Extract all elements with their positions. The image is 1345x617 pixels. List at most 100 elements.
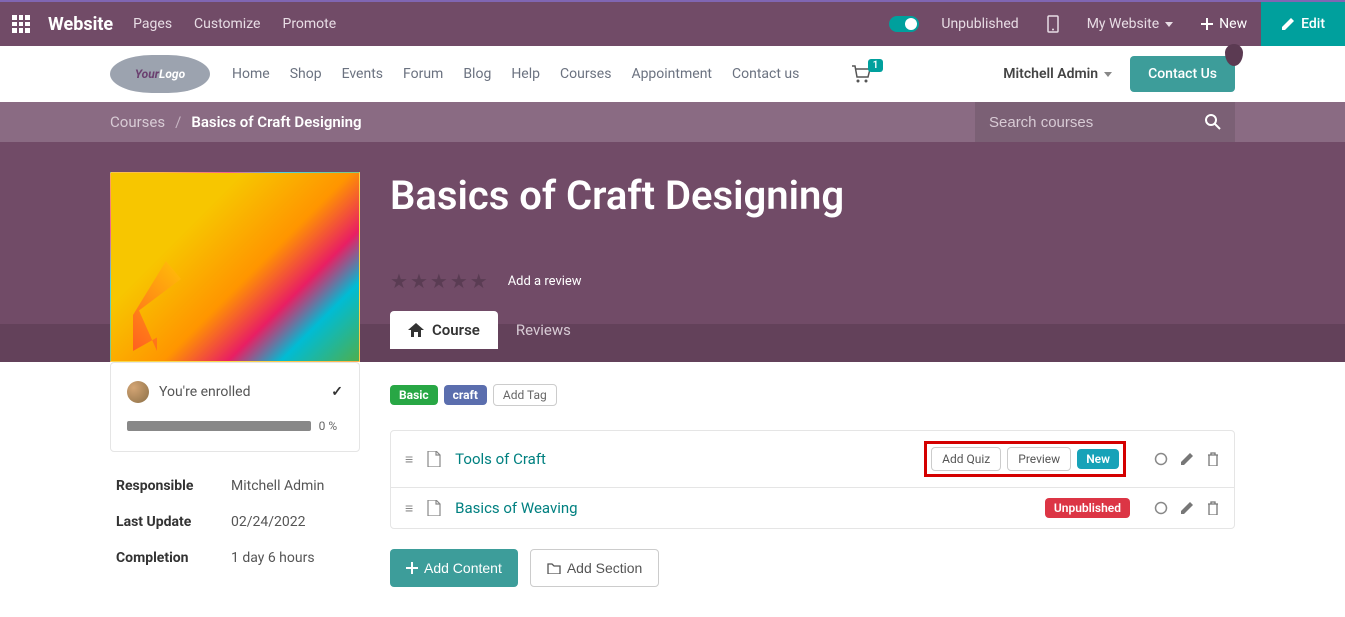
cart-button[interactable]: 1 <box>851 65 871 83</box>
search-input[interactable] <box>989 114 1205 131</box>
delete-trash-icon[interactable] <box>1206 501 1220 515</box>
star-icon: ★ <box>470 269 488 293</box>
nav-shop[interactable]: Shop <box>290 66 322 82</box>
item-icons <box>1154 501 1220 515</box>
edit-pencil-icon[interactable] <box>1180 452 1194 466</box>
delete-trash-icon[interactable] <box>1206 452 1220 466</box>
apps-icon[interactable] <box>12 15 30 33</box>
my-website-dropdown[interactable]: My Website <box>1073 2 1187 46</box>
main: You're enrolled ✓ 0 % Responsible Mitche… <box>0 362 1345 617</box>
pdf-icon <box>427 500 441 516</box>
content-item-title[interactable]: Basics of Weaving <box>455 499 1031 517</box>
status-circle-icon[interactable] <box>1154 501 1168 515</box>
bottom-actions: Add Content Add Section <box>390 549 1235 587</box>
add-content-button[interactable]: Add Content <box>390 549 518 587</box>
publish-toggle[interactable] <box>889 16 919 32</box>
new-label: New <box>1219 16 1247 32</box>
star-icon: ★ <box>410 269 428 293</box>
admin-bar: Website Pages Customize Promote Unpublis… <box>0 0 1345 46</box>
content-item: ≡ Basics of Weaving Unpublished <box>391 488 1234 528</box>
publish-status[interactable]: Unpublished <box>927 2 1032 46</box>
admin-link-pages[interactable]: Pages <box>131 16 174 32</box>
contact-label: Contact Us <box>1148 66 1217 82</box>
detail-responsible: Responsible Mitchell Admin <box>110 468 360 504</box>
course-details: Responsible Mitchell Admin Last Update 0… <box>110 468 360 576</box>
search-icon[interactable] <box>1205 114 1221 130</box>
site-header-right: Mitchell Admin Contact Us <box>1003 56 1235 92</box>
user-dropdown[interactable]: Mitchell Admin <box>1003 66 1112 82</box>
add-tag-button[interactable]: Add Tag <box>493 384 557 406</box>
add-section-button[interactable]: Add Section <box>530 549 660 587</box>
course-title: Basics of Craft Designing <box>390 172 1235 219</box>
search-box <box>975 102 1235 142</box>
nav-home[interactable]: Home <box>232 66 270 82</box>
enrollment-row: You're enrolled ✓ <box>127 381 343 403</box>
item-actions: Unpublished <box>1045 498 1130 518</box>
content-item: ≡ Tools of Craft Add Quiz Preview New <box>391 431 1234 488</box>
tag-basic[interactable]: Basic <box>390 385 438 405</box>
edit-pencil-icon[interactable] <box>1180 501 1194 515</box>
check-icon: ✓ <box>331 384 343 400</box>
detail-completion: Completion 1 day 6 hours <box>110 540 360 576</box>
cart-badge: 1 <box>868 59 884 72</box>
add-section-label: Add Section <box>567 560 643 576</box>
admin-left: Website Pages Customize Promote <box>12 14 338 35</box>
edit-button[interactable]: Edit <box>1261 2 1345 46</box>
avatar <box>127 381 149 403</box>
drag-handle-icon[interactable]: ≡ <box>405 451 413 468</box>
star-icon: ★ <box>430 269 448 293</box>
chevron-down-icon <box>1165 22 1173 27</box>
content-item-title[interactable]: Tools of Craft <box>455 450 910 468</box>
tab-course-label: Course <box>432 321 480 339</box>
nav-forum[interactable]: Forum <box>403 66 443 82</box>
my-website-label: My Website <box>1087 16 1159 32</box>
breadcrumb-root[interactable]: Courses <box>110 113 165 131</box>
site-header: YourLogo Home Shop Events Forum Blog Hel… <box>0 46 1345 102</box>
item-actions: Add Quiz Preview New <box>931 447 1119 471</box>
drop-indicator-icon <box>1225 44 1243 66</box>
plus-icon <box>1201 18 1213 30</box>
breadcrumb: Courses / Basics of Craft Designing <box>110 113 362 131</box>
add-quiz-button[interactable]: Add Quiz <box>931 447 1001 471</box>
folder-icon <box>547 562 561 574</box>
breadcrumb-current: Basics of Craft Designing <box>191 113 361 131</box>
nav-appointment[interactable]: Appointment <box>631 66 712 82</box>
tab-reviews[interactable]: Reviews <box>498 311 589 349</box>
progress-wrap: 0 % <box>127 419 343 433</box>
new-badge: New <box>1077 449 1119 469</box>
nav-help[interactable]: Help <box>511 66 540 82</box>
admin-link-customize[interactable]: Customize <box>192 16 262 32</box>
content-area: Basic craft Add Tag ≡ Tools of Craft Add… <box>390 362 1235 587</box>
logo[interactable]: YourLogo <box>110 55 210 93</box>
tag-craft[interactable]: craft <box>444 385 487 405</box>
preview-button[interactable]: Preview <box>1007 447 1071 471</box>
admin-brand[interactable]: Website <box>48 14 113 35</box>
sidebar: You're enrolled ✓ 0 % Responsible Mitche… <box>110 362 360 587</box>
tabs: Course Reviews <box>390 311 1235 349</box>
hero-meta: ★ ★ ★ ★ ★ Add a review <box>390 269 1235 293</box>
star-icon: ★ <box>390 269 408 293</box>
add-review-link[interactable]: Add a review <box>508 274 582 289</box>
admin-link-promote[interactable]: Promote <box>280 16 338 32</box>
new-button[interactable]: New <box>1187 2 1261 46</box>
tab-course[interactable]: Course <box>390 311 498 349</box>
drag-handle-icon[interactable]: ≡ <box>405 500 413 517</box>
enrolled-text: You're enrolled <box>159 384 321 400</box>
tags-row: Basic craft Add Tag <box>390 384 1235 406</box>
nav-contact[interactable]: Contact us <box>732 66 799 82</box>
hero: Basics of Craft Designing ★ ★ ★ ★ ★ Add … <box>0 142 1345 362</box>
status-circle-icon[interactable] <box>1154 452 1168 466</box>
pencil-icon <box>1281 17 1295 31</box>
nav-courses[interactable]: Courses <box>560 66 611 82</box>
contact-us-button[interactable]: Contact Us <box>1130 56 1235 92</box>
hero-content: Basics of Craft Designing ★ ★ ★ ★ ★ Add … <box>390 172 1235 362</box>
user-name-label: Mitchell Admin <box>1003 66 1098 82</box>
mobile-preview-icon[interactable] <box>1033 2 1073 46</box>
nav-events[interactable]: Events <box>342 66 383 82</box>
nav-blog[interactable]: Blog <box>463 66 491 82</box>
item-icons <box>1154 452 1220 466</box>
progress-percent: 0 % <box>319 419 338 433</box>
home-icon <box>408 323 424 337</box>
rating-stars[interactable]: ★ ★ ★ ★ ★ <box>390 269 488 293</box>
highlight-box: Add Quiz Preview New <box>924 441 1126 477</box>
